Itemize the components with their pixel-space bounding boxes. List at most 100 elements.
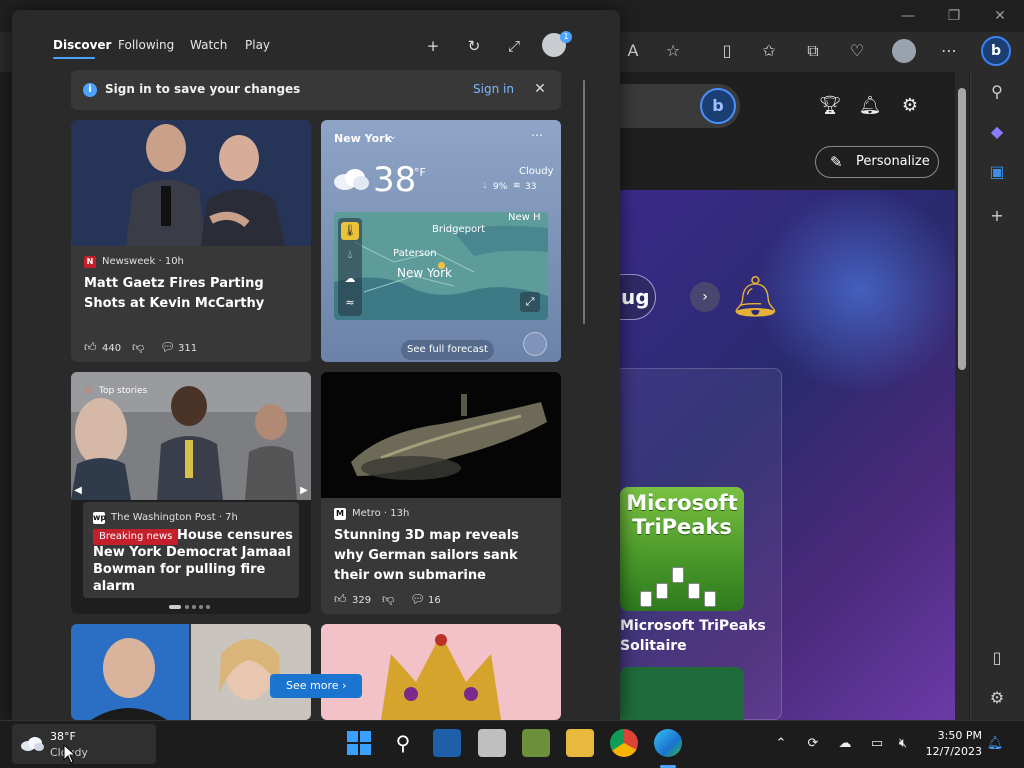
solitaire-thumbnail[interactable]: [620, 667, 744, 720]
see-more-button[interactable]: See more ›: [270, 674, 362, 698]
personalize-button[interactable]: ✎ Personalize: [815, 146, 939, 178]
read-aloud-icon[interactable]: A: [620, 38, 646, 64]
news-card-submarine[interactable]: M Metro · 13h Stunning 3D map reveals wh…: [321, 372, 561, 614]
weather-card[interactable]: New York ⌄ ⋯ 38 °F Cloudy 💧︎ 9% ≋ 33 Bri…: [321, 120, 561, 362]
tab-following[interactable]: Following: [118, 38, 174, 52]
carousel-dot[interactable]: [192, 605, 196, 609]
collections-icon[interactable]: ⧉: [800, 38, 826, 64]
comment-icon[interactable]: 💬︎: [160, 340, 175, 354]
carousel-dot[interactable]: [199, 605, 203, 609]
weather-unit: °F: [414, 166, 426, 179]
outlook-icon[interactable]: ▣: [985, 160, 1009, 184]
cloud-layer-icon[interactable]: ☁: [341, 270, 359, 288]
tab-watch[interactable]: Watch: [190, 38, 227, 52]
file-explorer-icon[interactable]: [566, 729, 594, 757]
edge-beta-icon[interactable]: [433, 729, 461, 757]
signin-link[interactable]: Sign in: [473, 82, 514, 96]
news-card-crown[interactable]: [321, 624, 561, 720]
carousel-dot[interactable]: [206, 605, 210, 609]
chevron-up-icon[interactable]: ⌃: [772, 735, 790, 753]
precipitation-layer-icon[interactable]: 💧︎: [341, 246, 359, 264]
weather-map[interactable]: Bridgeport Paterson New York New H 🌡︎ 💧︎…: [334, 212, 548, 320]
profile-avatar[interactable]: [892, 39, 916, 63]
map-expand-icon[interactable]: ⤢: [520, 292, 540, 312]
signin-message: Sign in to save your changes: [105, 82, 301, 96]
search-icon[interactable]: ⚲: [389, 729, 417, 757]
copilot-button[interactable]: b: [981, 36, 1011, 66]
notifications-bell-icon[interactable]: 🔔︎: [858, 94, 882, 118]
tripeaks-thumbnail[interactable]: Microsoft TriPeaks: [620, 487, 744, 611]
refresh-icon[interactable]: ↻: [464, 36, 484, 56]
full-forecast-link[interactable]: See full forecast: [401, 340, 494, 360]
dislike-icon[interactable]: 👎︎: [132, 340, 144, 355]
carousel-prev-icon[interactable]: ◀: [71, 484, 85, 498]
close-button[interactable]: ✕: [990, 6, 1010, 26]
like-icon[interactable]: 👍︎: [84, 340, 97, 355]
news-card-gaetz[interactable]: N Newsweek · 10h Matt Gaetz Fires Partin…: [71, 120, 311, 362]
card-headline[interactable]: New York Democrat Jamaal Bowman for pull…: [93, 544, 299, 595]
windows-start-icon[interactable]: [345, 729, 373, 757]
favorites-icon[interactable]: ✩: [756, 38, 782, 64]
card-headline[interactable]: Matt Gaetz Fires Parting Shots at Kevin …: [84, 274, 298, 314]
volume-muted-icon[interactable]: 🔇︎: [894, 735, 912, 753]
expand-icon[interactable]: ⤢: [504, 36, 524, 56]
favorite-star-icon[interactable]: ☆: [660, 38, 686, 64]
carousel-next-button[interactable]: ›: [690, 282, 720, 312]
clock-time[interactable]: 3:50 PM: [936, 729, 982, 742]
search-icon[interactable]: ⚲: [985, 80, 1009, 104]
network-icon[interactable]: ▭: [868, 735, 886, 753]
news-card-bowman[interactable]: 🔥︎ Top stories ◀ ▶ wp The Washington Pos…: [71, 372, 311, 614]
bing-icon[interactable]: b: [700, 88, 736, 124]
temperature-layer-icon[interactable]: 🌡︎: [341, 222, 359, 240]
news-photo: [71, 624, 311, 720]
notification-bell-icon[interactable]: 🔔︎: [986, 735, 1004, 753]
split-screen-icon[interactable]: ▯: [714, 38, 740, 64]
like-icon[interactable]: 👍︎: [334, 592, 347, 607]
copilot-sidebar-icon[interactable]: ◆: [985, 120, 1009, 144]
news-photo: [321, 372, 561, 498]
onedrive-icon[interactable]: ☁: [836, 735, 854, 753]
browser-essentials-icon[interactable]: ♡: [844, 38, 870, 64]
close-icon[interactable]: ✕: [531, 80, 549, 98]
clock-date[interactable]: 12/7/2023: [922, 745, 982, 758]
carousel-next-icon[interactable]: ▶: [297, 484, 311, 498]
carousel-dot-active[interactable]: [169, 605, 181, 609]
hide-sidebar-icon[interactable]: ▯: [985, 646, 1009, 670]
dislike-icon[interactable]: 👎︎: [382, 592, 394, 607]
weather-assistant-icon[interactable]: [523, 332, 547, 356]
sparkle-pencil-icon: ✎: [830, 153, 843, 171]
task-view-icon[interactable]: [478, 729, 506, 757]
minecraft-icon[interactable]: [522, 729, 550, 757]
sync-icon[interactable]: ⟳: [804, 735, 822, 753]
taskbar-weather-widget[interactable]: 38°F Cloudy: [12, 724, 156, 764]
scrollbar-thumb[interactable]: [958, 88, 966, 370]
sidebar-settings-icon[interactable]: ⚙: [985, 686, 1009, 710]
weather-city[interactable]: New York: [334, 132, 392, 145]
add-widget-icon[interactable]: +: [423, 36, 443, 56]
comment-icon[interactable]: 💬︎: [410, 592, 425, 606]
chevron-down-icon[interactable]: ⌄: [389, 132, 397, 142]
more-icon[interactable]: ⋯: [531, 128, 543, 142]
add-icon[interactable]: +: [985, 204, 1009, 228]
wind-layer-icon[interactable]: ≈: [341, 294, 359, 312]
settings-gear-icon[interactable]: ⚙: [898, 94, 922, 118]
personalize-label: Personalize: [856, 154, 930, 169]
chrome-icon[interactable]: [610, 729, 638, 757]
game-title[interactable]: Microsoft TriPeaks Solitaire: [620, 616, 780, 656]
card-headline-lead[interactable]: House censures: [177, 526, 293, 546]
more-options-icon[interactable]: ⋯: [936, 38, 962, 64]
tab-play[interactable]: Play: [245, 38, 270, 52]
maximize-button[interactable]: ❐: [944, 6, 964, 26]
card-headline[interactable]: Stunning 3D map reveals why German sailo…: [334, 526, 548, 586]
rewards-trophy-icon[interactable]: 🏆︎: [818, 94, 842, 118]
edge-icon[interactable]: [654, 729, 682, 757]
carousel-dot[interactable]: [185, 605, 189, 609]
info-icon: i: [83, 83, 97, 97]
tab-discover[interactable]: Discover: [53, 38, 111, 52]
news-card-musk-swift[interactable]: [71, 624, 311, 720]
playing-card: [656, 583, 668, 599]
crown-illustration: [381, 634, 501, 720]
minimize-button[interactable]: —: [898, 6, 918, 26]
panel-scrollbar[interactable]: [583, 80, 585, 324]
top-stories-tag: Top stories: [99, 386, 148, 396]
